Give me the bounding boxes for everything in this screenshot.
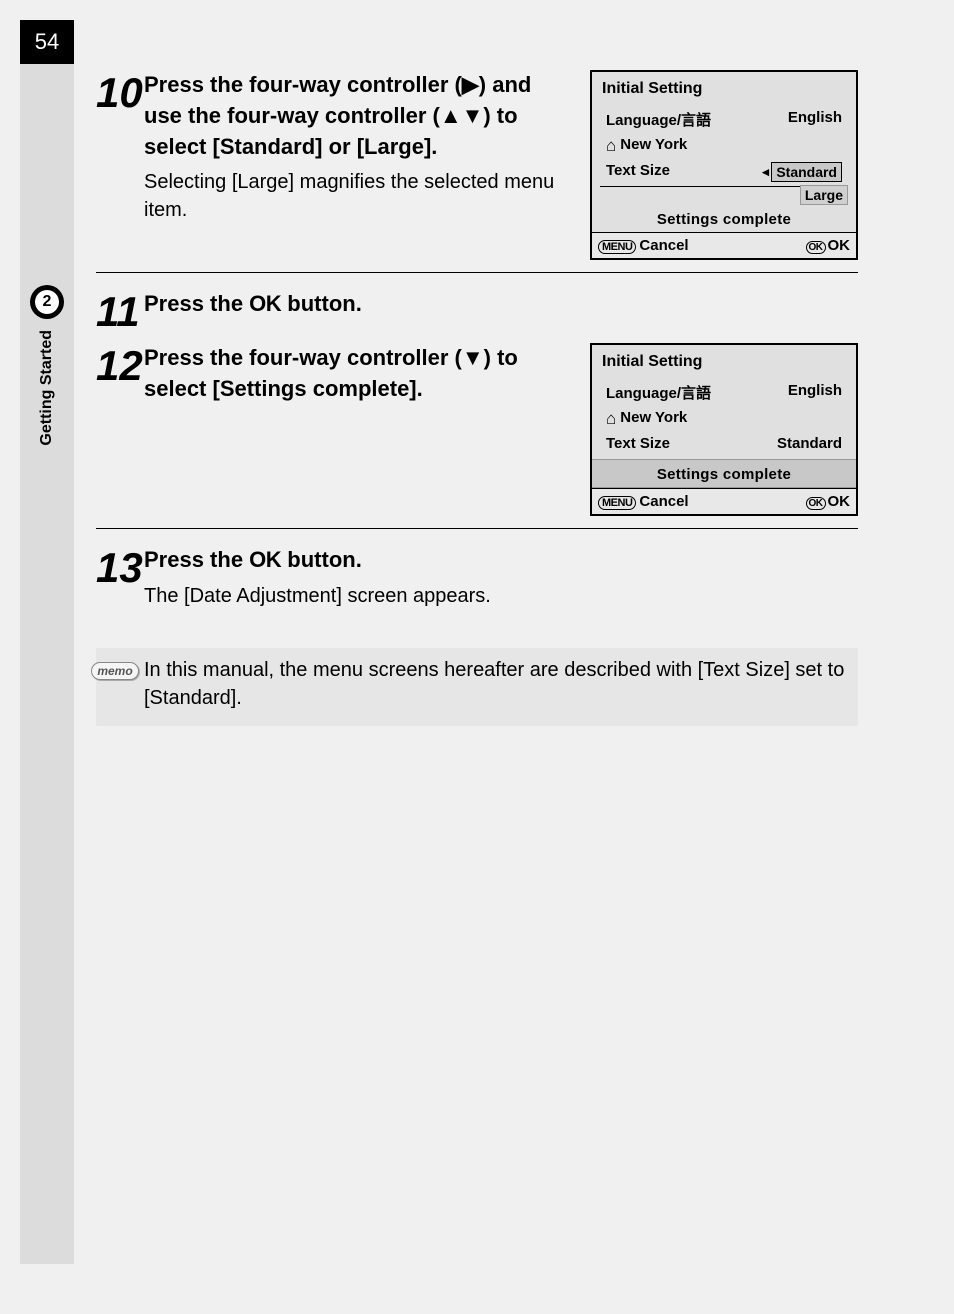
title-prefix: Press the bbox=[144, 547, 249, 572]
language-value: English bbox=[788, 109, 842, 130]
lcd-row-textsize: Text Size Standard bbox=[600, 159, 848, 187]
ok-glyph: OK bbox=[249, 291, 281, 316]
step-12: 12 Press the four-way controller (▼) to … bbox=[96, 343, 858, 516]
step-number: 11 bbox=[96, 291, 144, 333]
step-11: 11 Press the OK button. bbox=[96, 289, 858, 333]
ok-ok: OKOK bbox=[806, 237, 851, 254]
step-10: 10 Press the four-way controller (▶) and… bbox=[96, 70, 858, 260]
menu-pill-icon: MENU bbox=[598, 496, 636, 510]
city-value: New York bbox=[620, 136, 842, 156]
step-13: 13 Press the OK button. The [Date Adjust… bbox=[96, 545, 858, 624]
title-prefix: Press the bbox=[144, 291, 249, 316]
ok-label: OK bbox=[828, 493, 851, 510]
title-suffix: button. bbox=[281, 547, 362, 572]
lcd-option-large-row: Large bbox=[600, 185, 848, 205]
lcd-title: Initial Setting bbox=[602, 80, 848, 98]
step-number: 10 bbox=[96, 72, 144, 260]
step-desc: Selecting [Large] magnifies the selected… bbox=[144, 168, 570, 224]
lcd-row-textsize: Text Size Standard bbox=[600, 432, 848, 455]
chapter-number: 2 bbox=[35, 290, 59, 314]
language-label: Language/言語 bbox=[606, 382, 711, 403]
step-title: Press the OK button. bbox=[144, 545, 858, 576]
lcd-row-city: New York bbox=[600, 406, 848, 432]
lcd-row-language: Language/言語 English bbox=[600, 379, 848, 406]
option-large: Large bbox=[800, 185, 848, 205]
ok-label: OK bbox=[828, 237, 851, 254]
menu-cancel: MENUCancel bbox=[598, 493, 689, 510]
cancel-label: Cancel bbox=[639, 493, 688, 510]
title-suffix: button. bbox=[281, 291, 362, 316]
memo-text: In this manual, the menu screens hereaft… bbox=[140, 656, 848, 712]
ok-pill-icon: OK bbox=[806, 497, 826, 510]
lcd-footer: MENUCancel OKOK bbox=[592, 232, 856, 258]
lcd-row-language: Language/言語 English bbox=[600, 106, 848, 133]
lcd-footer: MENUCancel OKOK bbox=[592, 488, 856, 514]
divider bbox=[96, 528, 858, 529]
step-number: 12 bbox=[96, 345, 144, 516]
lcd-screen-1: Initial Setting Language/言語 English New … bbox=[590, 70, 858, 260]
page-number: 54 bbox=[20, 20, 74, 64]
home-icon bbox=[606, 409, 620, 429]
textsize-label: Text Size bbox=[606, 162, 670, 182]
memo-note: memo In this manual, the menu screens he… bbox=[96, 648, 858, 726]
menu-cancel: MENUCancel bbox=[598, 237, 689, 254]
settings-complete: Settings complete bbox=[600, 205, 848, 232]
side-bar bbox=[20, 64, 74, 1264]
step-title: Press the OK button. bbox=[144, 289, 858, 320]
language-value: English bbox=[788, 382, 842, 403]
lcd-title: Initial Setting bbox=[602, 353, 848, 371]
step-desc: The [Date Adjustment] screen appears. bbox=[144, 582, 858, 610]
settings-complete-highlight: Settings complete bbox=[592, 459, 856, 488]
ok-ok: OKOK bbox=[806, 493, 851, 510]
menu-pill-icon: MENU bbox=[598, 240, 636, 254]
lcd-row-city: New York bbox=[600, 133, 848, 159]
step-title: Press the four-way controller (▼) to sel… bbox=[144, 343, 570, 405]
step-number: 13 bbox=[96, 547, 144, 624]
step-title: Press the four-way controller (▶) and us… bbox=[144, 70, 570, 162]
lcd-screen-2: Initial Setting Language/言語 English New … bbox=[590, 343, 858, 516]
option-standard-selected: Standard bbox=[771, 162, 842, 182]
page-content: 10 Press the four-way controller (▶) and… bbox=[96, 70, 858, 726]
ok-glyph: OK bbox=[249, 547, 281, 572]
memo-icon-label: memo bbox=[91, 662, 138, 680]
ok-pill-icon: OK bbox=[806, 241, 826, 254]
chapter-title: Getting Started bbox=[38, 330, 56, 446]
city-value: New York bbox=[620, 409, 842, 429]
language-label: Language/言語 bbox=[606, 109, 711, 130]
home-icon bbox=[606, 136, 620, 156]
memo-icon: memo bbox=[90, 662, 140, 680]
textsize-label: Text Size bbox=[606, 435, 670, 452]
textsize-value: Standard bbox=[777, 435, 842, 452]
chapter-badge: 2 bbox=[30, 285, 64, 319]
cancel-label: Cancel bbox=[639, 237, 688, 254]
divider bbox=[96, 272, 858, 273]
